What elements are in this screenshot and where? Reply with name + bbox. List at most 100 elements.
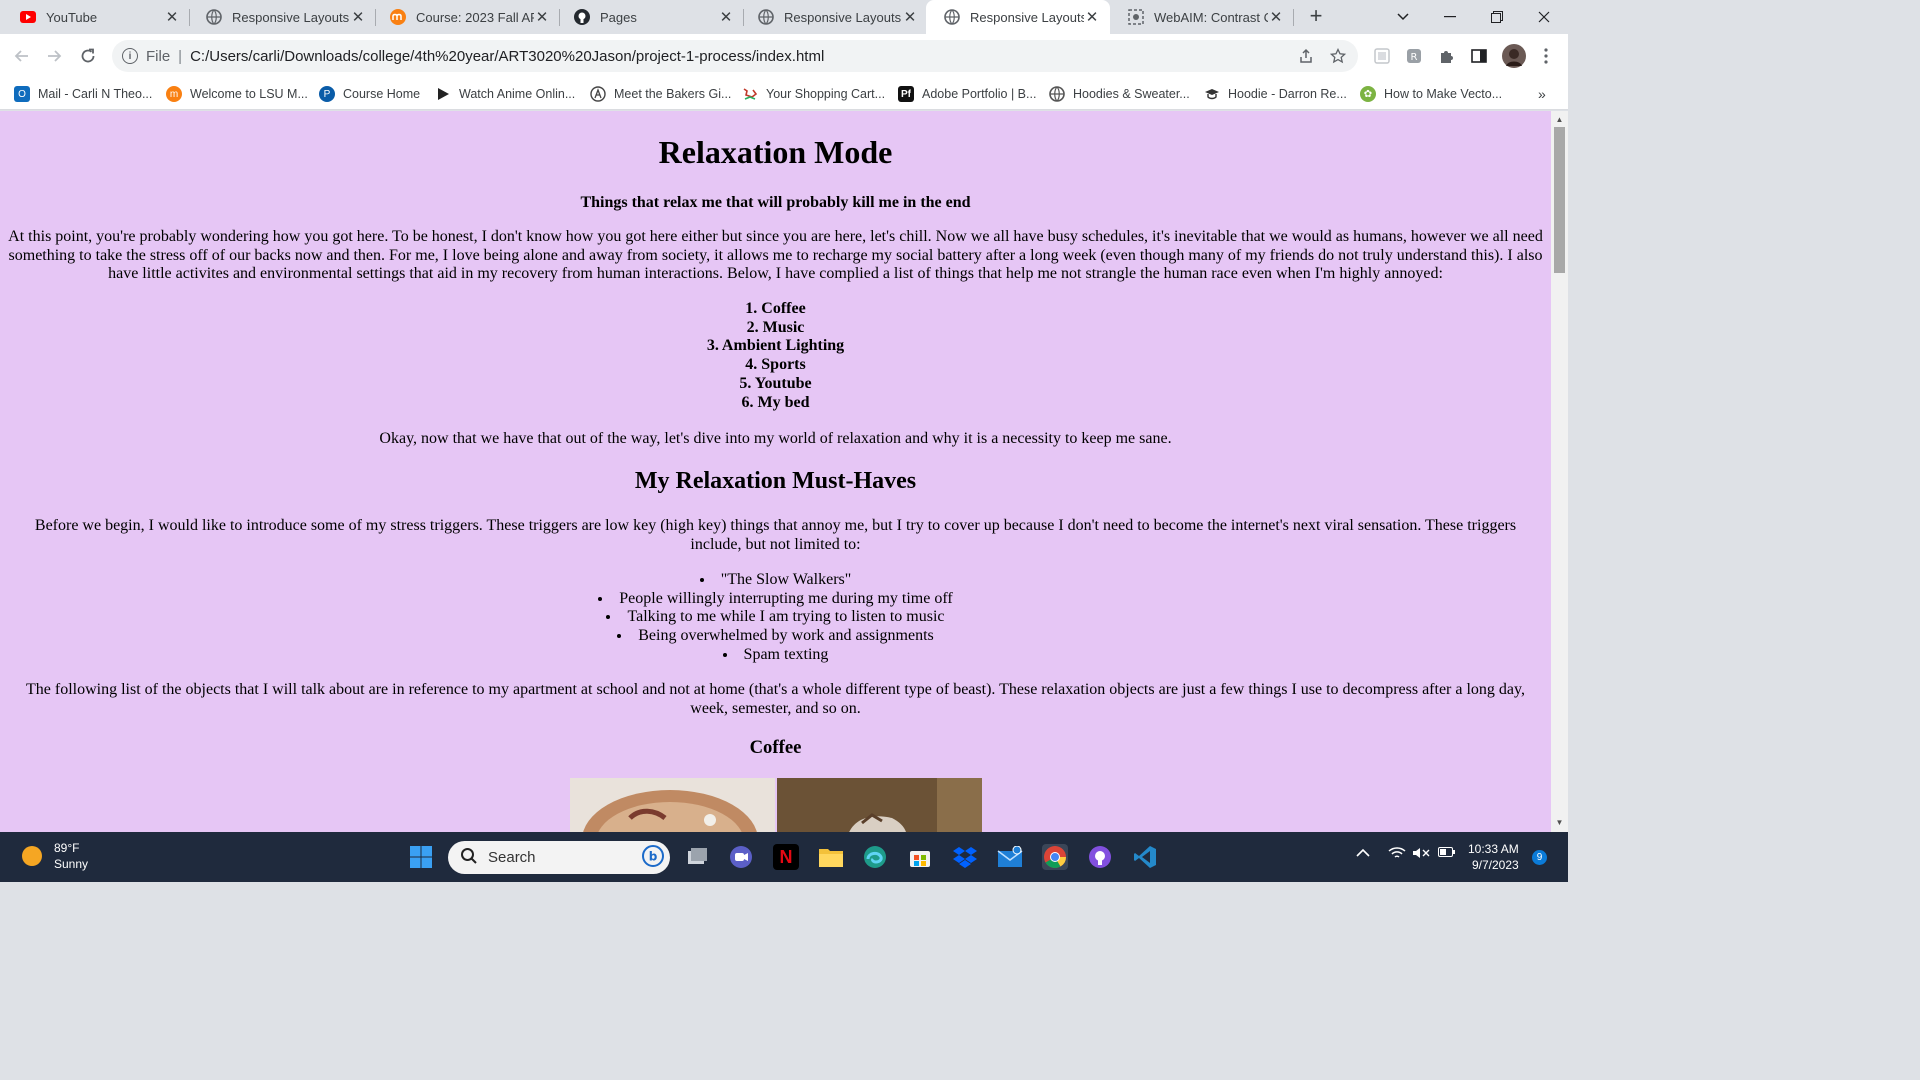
tab-title: Pages [600,9,637,25]
close-tab-icon[interactable]: ✕ [164,8,180,26]
scroll-down-arrow-icon[interactable]: ▼ [1551,816,1568,830]
vertical-scrollbar[interactable]: ▲ ▼ [1551,111,1568,832]
side-panel-icon[interactable] [1469,46,1489,66]
moodle-icon: m [166,86,182,102]
bookmark-lsu[interactable]: m Welcome to LSU M... [166,84,308,104]
list-item: 2. Music [746,318,805,336]
url-text[interactable]: C:/Users/carli/Downloads/college/4th%20y… [190,48,1358,65]
share-icon[interactable] [1296,46,1316,66]
webaim-icon [1128,9,1144,25]
intro-paragraph: At this point, you're probably wondering… [8,228,1543,283]
tab-responsive-layouts-2[interactable]: Responsive Layouts ✕ [740,0,928,34]
list-item: People willingly interrupting me during … [0,590,1551,609]
bookmark-vector[interactable]: ✿ How to Make Vecto... [1360,84,1502,104]
taskbar-search[interactable]: Search b [448,841,670,874]
tab-youtube[interactable]: YouTube ✕ [2,0,190,34]
bookmark-adobe-portfolio[interactable]: Pf Adobe Portfolio | B... [898,84,1036,104]
back-button[interactable] [8,42,36,70]
tab-pages[interactable]: Pages ✕ [556,0,744,34]
tab-title: Responsive Layouts [970,9,1084,25]
netflix-icon[interactable]: N [773,844,799,870]
task-view-icon[interactable] [684,844,710,870]
bookmark-shopping-cart[interactable]: Your Shopping Cart... [742,84,885,104]
close-tab-icon[interactable]: ✕ [902,8,918,26]
microsoft-store-icon[interactable] [907,844,933,870]
github-desktop-icon[interactable] [1087,844,1113,870]
chrome-menu-icon[interactable] [1536,46,1556,66]
close-tab-icon[interactable]: ✕ [534,8,550,26]
close-tab-icon[interactable]: ✕ [1084,8,1100,26]
bookmark-bakers[interactable]: Meet the Bakers Gi... [590,84,731,104]
file-explorer-icon[interactable] [818,844,844,870]
transition-paragraph: Okay, now that we have that out of the w… [379,430,1172,447]
globe-icon [1049,86,1065,102]
list-item: 3. Ambient Lighting [706,337,845,355]
anime-icon [590,86,606,102]
url-scheme: File [146,47,171,65]
new-tab-button[interactable]: + [1304,4,1328,28]
bookmark-anime[interactable]: Watch Anime Onlin... [435,84,575,104]
bookmark-hoodie-darron[interactable]: Hoodie - Darron Re... [1204,84,1347,104]
reload-button[interactable] [74,42,102,70]
extension-2-icon[interactable]: R [1404,46,1424,66]
bookmark-label: Course Home [343,87,421,101]
globe-icon [944,9,960,25]
triggers-paragraph: Before we begin, I would like to introdu… [34,517,1517,553]
tab-title: YouTube [46,9,98,25]
system-clock[interactable]: 10:33 AM 9/7/2023 [1468,841,1519,873]
list-item: 4. Sports [745,356,806,374]
minimize-button[interactable] [1427,0,1473,34]
chrome-icon[interactable] [1042,844,1068,870]
address-bar[interactable]: i File | C:/Users/carli/Downloads/colleg… [112,40,1358,72]
dropbox-icon[interactable] [952,844,978,870]
coffee-photo-1 [570,778,775,832]
start-button[interactable] [408,844,434,870]
profile-avatar[interactable] [1502,44,1526,68]
bookmark-mail[interactable]: O Mail - Carli N Theo... [14,84,152,104]
forward-button[interactable] [40,42,68,70]
speaker-muted-icon[interactable] [1412,846,1430,863]
bookmark-label: Hoodie - Darron Re... [1228,87,1347,101]
bookmark-course-home[interactable]: P Course Home [319,84,420,104]
restore-button[interactable] [1474,0,1520,34]
close-tab-icon[interactable]: ✕ [350,8,366,26]
list-item: "The Slow Walkers" [0,571,1551,590]
sun-icon [22,846,42,866]
bookmarks-bar: O Mail - Carli N Theo... m Welcome to LS… [0,78,1568,110]
more-bookmarks-icon[interactable]: » [1538,84,1546,104]
wifi-icon[interactable] [1388,846,1406,863]
site-info-icon[interactable]: i [122,48,138,64]
vscode-icon[interactable] [1132,844,1158,870]
mail-icon[interactable] [997,844,1023,870]
page-title: Relaxation Mode [658,134,893,170]
tab-title: Responsive Layouts [232,9,350,25]
github-icon [574,9,590,25]
cart-icon [742,86,758,102]
scrollbar-thumb[interactable] [1554,127,1565,273]
cap-icon [1204,86,1220,102]
weather-widget[interactable]: 89°F Sunny [22,840,88,872]
clock-time: 10:33 AM [1468,842,1519,856]
scroll-up-arrow-icon[interactable]: ▲ [1551,113,1568,127]
bookmark-hoodies[interactable]: Hoodies & Sweater... [1049,84,1190,104]
coffee-heading: Coffee [749,737,802,758]
close-tab-icon[interactable]: ✕ [1268,8,1284,26]
tab-responsive-layouts-1[interactable]: Responsive Layouts ✕ [188,0,376,34]
tab-responsive-layouts-active[interactable]: Responsive Layouts ✕ [926,0,1110,34]
page-viewport: Relaxation Mode Things that relax me tha… [0,111,1568,832]
notification-badge[interactable]: 9 [1532,850,1547,865]
close-window-button[interactable] [1521,0,1567,34]
list-item: 1. Coffee [745,300,806,317]
show-hidden-icons-chevron-icon[interactable] [1356,846,1370,861]
edge-icon[interactable] [862,844,888,870]
extension-1-icon[interactable] [1372,46,1392,66]
tab-course[interactable]: Course: 2023 Fall ART ✕ [372,0,560,34]
extensions-puzzle-icon[interactable] [1437,46,1457,66]
coffee-photo-2 [777,778,982,832]
teams-chat-icon[interactable] [728,844,754,870]
close-tab-icon[interactable]: ✕ [718,8,734,26]
tab-webaim[interactable]: WebAIM: Contrast Ch ✕ [1110,0,1294,34]
battery-icon[interactable] [1438,846,1456,861]
bookmark-star-icon[interactable] [1328,46,1348,66]
tab-search-chevron-icon[interactable] [1380,0,1426,34]
